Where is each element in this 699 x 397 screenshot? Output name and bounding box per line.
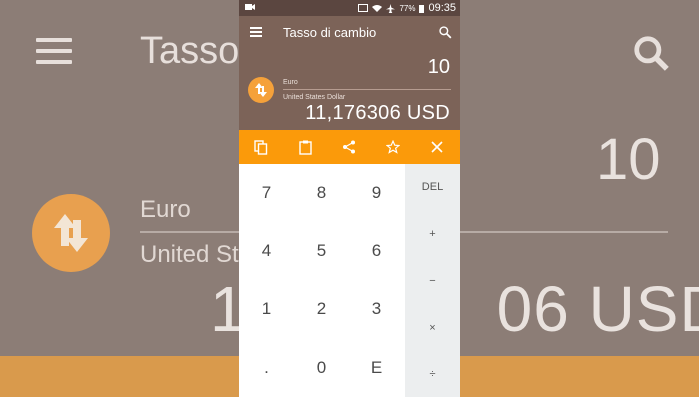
search-icon[interactable]	[438, 25, 452, 39]
phone-screen: 77% 09:35 Tasso di cambio 10 Euro United…	[239, 0, 460, 397]
plus-button[interactable]: +	[405, 211, 460, 257]
battery-icon	[419, 4, 425, 13]
swap-currencies-button[interactable]	[248, 77, 274, 103]
key-exponent[interactable]: E	[349, 339, 404, 397]
background-title: Tasso	[140, 30, 240, 72]
background-menu-icon	[36, 38, 72, 64]
copy-icon	[254, 139, 268, 155]
key-0[interactable]: 0	[294, 339, 349, 397]
background-search-icon	[634, 36, 669, 71]
star-icon	[386, 140, 400, 154]
key-9[interactable]: 9	[349, 164, 404, 222]
close-icon	[431, 141, 443, 153]
cast-icon	[358, 4, 369, 12]
key-8[interactable]: 8	[294, 164, 349, 222]
key-4[interactable]: 4	[239, 222, 294, 280]
airplane-icon	[386, 3, 396, 13]
key-5[interactable]: 5	[294, 222, 349, 280]
multiply-button[interactable]: ×	[405, 305, 460, 351]
clear-button[interactable]	[415, 130, 459, 164]
page-title: Tasso di cambio	[283, 25, 377, 40]
app-bar: Tasso di cambio 10 Euro United States Do…	[239, 16, 460, 130]
status-bar: 77% 09:35	[239, 0, 460, 16]
currency-divider	[283, 89, 451, 90]
background-from-currency: Euro	[140, 196, 191, 223]
paste-button[interactable]	[283, 130, 327, 164]
amount-input[interactable]: 10	[428, 56, 450, 79]
key-1[interactable]: 1	[239, 280, 294, 338]
swap-icon	[255, 83, 267, 97]
divide-button[interactable]: ÷	[405, 351, 460, 397]
camera-notification-icon	[245, 4, 255, 10]
wifi-icon	[372, 5, 383, 12]
key-2[interactable]: 2	[294, 280, 349, 338]
battery-percent: 77%	[399, 3, 416, 13]
key-decimal[interactable]: .	[239, 339, 294, 397]
delete-button[interactable]: DEL	[405, 164, 460, 210]
share-icon	[343, 140, 355, 154]
operator-panel: DEL + − × ÷	[405, 164, 460, 397]
keypad: 7 8 9 4 5 6 1 2 3 . 0 E	[239, 164, 405, 397]
background-to-currency: United St	[140, 241, 239, 268]
key-7[interactable]: 7	[239, 164, 294, 222]
menu-icon[interactable]	[250, 27, 262, 37]
key-3[interactable]: 3	[349, 280, 404, 338]
minus-button[interactable]: −	[405, 258, 460, 304]
to-currency[interactable]: United States Dollar	[283, 94, 345, 101]
clock: 09:35	[428, 2, 456, 14]
paste-icon	[298, 140, 312, 155]
background-swap-icon	[32, 194, 110, 272]
action-bar	[239, 130, 460, 164]
key-6[interactable]: 6	[349, 222, 404, 280]
conversion-result: 11,176306 USD	[305, 102, 450, 124]
background-amount: 10	[596, 127, 661, 192]
copy-button[interactable]	[239, 130, 283, 164]
from-currency[interactable]: Euro	[283, 79, 298, 86]
favorite-button[interactable]	[371, 130, 415, 164]
share-button[interactable]	[327, 130, 371, 164]
